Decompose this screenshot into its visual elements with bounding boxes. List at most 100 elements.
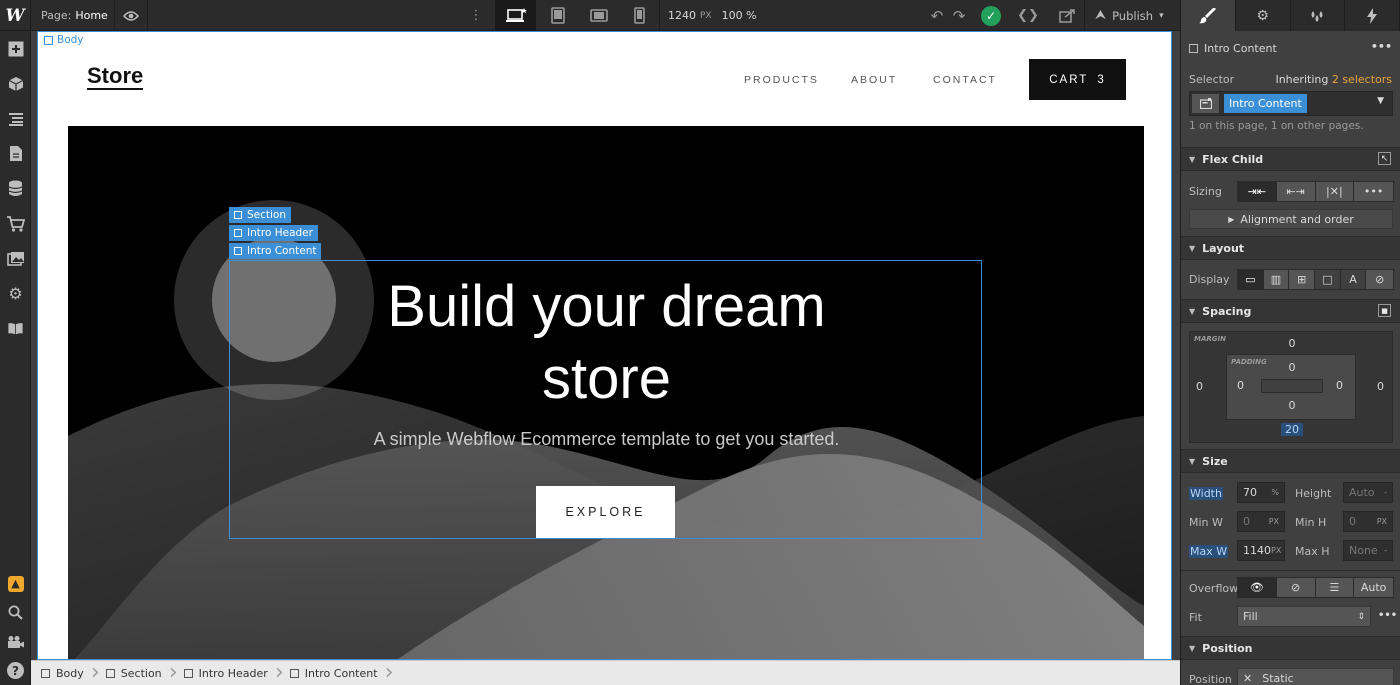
sizing-none-icon[interactable]: |✕|	[1315, 182, 1355, 201]
alignment-order-toggle[interactable]: ▶ Alignment and order	[1189, 209, 1393, 229]
display-grid-icon[interactable]: ⊞	[1289, 270, 1316, 289]
desktop-device-icon[interactable]	[495, 0, 536, 31]
margin-left-value[interactable]: 0	[1196, 380, 1203, 393]
overflow-visible-icon[interactable]: 👁	[1238, 578, 1277, 597]
tab-lightning[interactable]	[1345, 0, 1400, 31]
overflow-hidden-icon[interactable]: ⊘	[1276, 578, 1316, 597]
display-none-icon[interactable]: ⊘	[1366, 270, 1393, 289]
selector-field[interactable]: Intro Content ▼	[1189, 91, 1393, 116]
section-layout[interactable]: ▼ Layout	[1181, 236, 1400, 260]
padding-left-value[interactable]: 0	[1237, 379, 1244, 392]
selector-state-icon[interactable]	[1192, 94, 1219, 113]
nav-link-products[interactable]: PRODUCTS	[744, 74, 819, 86]
site-brand-logo[interactable]: Store	[87, 64, 144, 90]
breadcrumb-intro-content[interactable]: Intro Content ›	[280, 661, 394, 685]
chevron-down-icon[interactable]: ▼	[1377, 96, 1384, 106]
height-input[interactable]: Auto -	[1343, 482, 1393, 503]
sizing-grow-icon[interactable]: ⇤⇥	[1276, 182, 1316, 201]
display-block-icon[interactable]: ▭	[1238, 270, 1264, 289]
share-icon[interactable]	[1050, 0, 1084, 31]
min-width-input[interactable]: 0 PX	[1237, 511, 1285, 532]
breadcrumb-section[interactable]: Section ›	[96, 661, 178, 685]
min-height-label: Min H	[1295, 516, 1327, 529]
section-size[interactable]: ▼ Size	[1181, 449, 1400, 473]
settings-gear-icon[interactable]: ⚙	[0, 276, 31, 311]
fit-more-icon[interactable]: •••	[1378, 610, 1397, 621]
padding-box[interactable]: PADDING 0 0 0 0	[1226, 354, 1356, 420]
audit-warning-icon[interactable]: ▲	[0, 569, 31, 598]
width-label[interactable]: Width	[1189, 487, 1223, 500]
pages-icon[interactable]	[0, 136, 31, 171]
tablet-device-icon[interactable]	[537, 0, 578, 31]
page-selector[interactable]: Page: Home	[41, 0, 108, 31]
tab-interactions[interactable]	[1291, 0, 1346, 31]
video-tutorials-icon[interactable]	[0, 627, 31, 656]
tab-settings[interactable]: ⚙	[1236, 0, 1291, 31]
padding-top-value[interactable]: 0	[1284, 361, 1300, 374]
max-width-label[interactable]: Max W	[1189, 545, 1229, 558]
save-status-icon[interactable]: ✓	[976, 0, 1006, 31]
selection-tag-intro-content[interactable]: Intro Content	[229, 243, 322, 259]
display-flex-icon[interactable]: ▥	[1263, 270, 1290, 289]
position-select[interactable]: ✕ Static	[1237, 668, 1394, 685]
intro-content[interactable]: Build your dream store A simple Webflow …	[229, 260, 982, 539]
sizing-more-icon[interactable]: •••	[1354, 182, 1393, 201]
undo-icon[interactable]: ↶	[927, 0, 947, 31]
cart-button[interactable]: CART 3	[1029, 59, 1126, 100]
add-panel-icon[interactable]	[0, 31, 31, 66]
margin-box[interactable]: MARGIN 0 0 0 20 PADDING 0 0 0 0	[1189, 331, 1393, 443]
book-icon[interactable]	[0, 311, 31, 346]
breadcrumb-body[interactable]: Body ›	[31, 661, 100, 685]
min-height-input[interactable]: 0 PX	[1343, 511, 1393, 532]
inheriting-selectors-link[interactable]: 2 selectors	[1332, 73, 1392, 86]
body-label[interactable]: Body	[44, 34, 84, 46]
preview-eye-icon[interactable]	[114, 0, 148, 31]
selection-tag-section[interactable]: Section	[229, 207, 292, 223]
symbols-icon[interactable]	[0, 66, 31, 101]
padding-right-value[interactable]: 0	[1336, 379, 1343, 392]
max-width-input[interactable]: 1140 PX	[1237, 540, 1285, 561]
padding-bottom-value[interactable]: 0	[1284, 399, 1300, 412]
max-height-input[interactable]: None -	[1343, 540, 1393, 561]
cms-database-icon[interactable]	[0, 171, 31, 206]
publish-button[interactable]: ⮝ Publish ▾	[1084, 0, 1180, 31]
sizing-shrink-icon[interactable]: ⇥⇤	[1238, 182, 1277, 201]
explore-button[interactable]: EXPLORE	[536, 486, 675, 538]
mobile-portrait-icon[interactable]	[619, 0, 660, 31]
margin-right-value[interactable]: 0	[1377, 380, 1384, 393]
hero-heading[interactable]: Build your dream store	[230, 271, 983, 415]
selector-chip[interactable]: Intro Content	[1224, 94, 1307, 113]
nav-link-about[interactable]: ABOUT	[851, 74, 897, 86]
selection-tag-intro-header[interactable]: Intro Header	[229, 225, 318, 241]
breadcrumb-intro-header[interactable]: Intro Header ›	[174, 661, 284, 685]
expand-icon[interactable]: ↖	[1378, 152, 1391, 165]
margin-bottom-value[interactable]: 20	[1281, 423, 1303, 436]
navigator-icon[interactable]	[0, 101, 31, 136]
search-icon[interactable]	[0, 598, 31, 627]
overflow-scroll-icon[interactable]: ☰	[1315, 578, 1355, 597]
more-options-icon[interactable]: •••	[1371, 40, 1392, 53]
ecommerce-cart-icon[interactable]	[0, 206, 31, 241]
margin-top-value[interactable]: 0	[1284, 337, 1300, 350]
webflow-logo[interactable]: W	[0, 0, 31, 31]
page-canvas[interactable]: Body Store PRODUCTS ABOUT CONTACT CART 3	[37, 31, 1172, 660]
width-input[interactable]: 70%	[1237, 482, 1285, 503]
display-inline-block-icon[interactable]: □	[1315, 270, 1341, 289]
fit-select[interactable]: Fill ⇕	[1237, 606, 1371, 627]
nav-link-contact[interactable]: CONTACT	[933, 74, 997, 86]
hero-section[interactable]: Build your dream store A simple Webflow …	[68, 126, 1144, 659]
display-inline-icon[interactable]: A	[1340, 270, 1367, 289]
spacing-expand-icon[interactable]: ■	[1378, 304, 1391, 317]
overflow-auto-button[interactable]: Auto	[1354, 578, 1393, 597]
more-vertical-icon[interactable]: ⋮	[468, 0, 484, 31]
section-position[interactable]: ▼ Position	[1181, 636, 1400, 660]
hero-subheading[interactable]: A simple Webflow Ecommerce template to g…	[230, 429, 983, 450]
help-icon[interactable]: ?	[0, 656, 31, 685]
section-flex-child[interactable]: ▼ Flex Child ↖	[1181, 147, 1400, 171]
section-spacing[interactable]: ▼ Spacing ■	[1181, 299, 1400, 323]
tab-style[interactable]	[1181, 0, 1236, 31]
code-export-icon[interactable]: ❮❯	[1010, 0, 1046, 31]
redo-icon[interactable]: ↷	[949, 0, 969, 31]
mobile-landscape-icon[interactable]	[578, 0, 619, 31]
assets-images-icon[interactable]	[0, 241, 31, 276]
